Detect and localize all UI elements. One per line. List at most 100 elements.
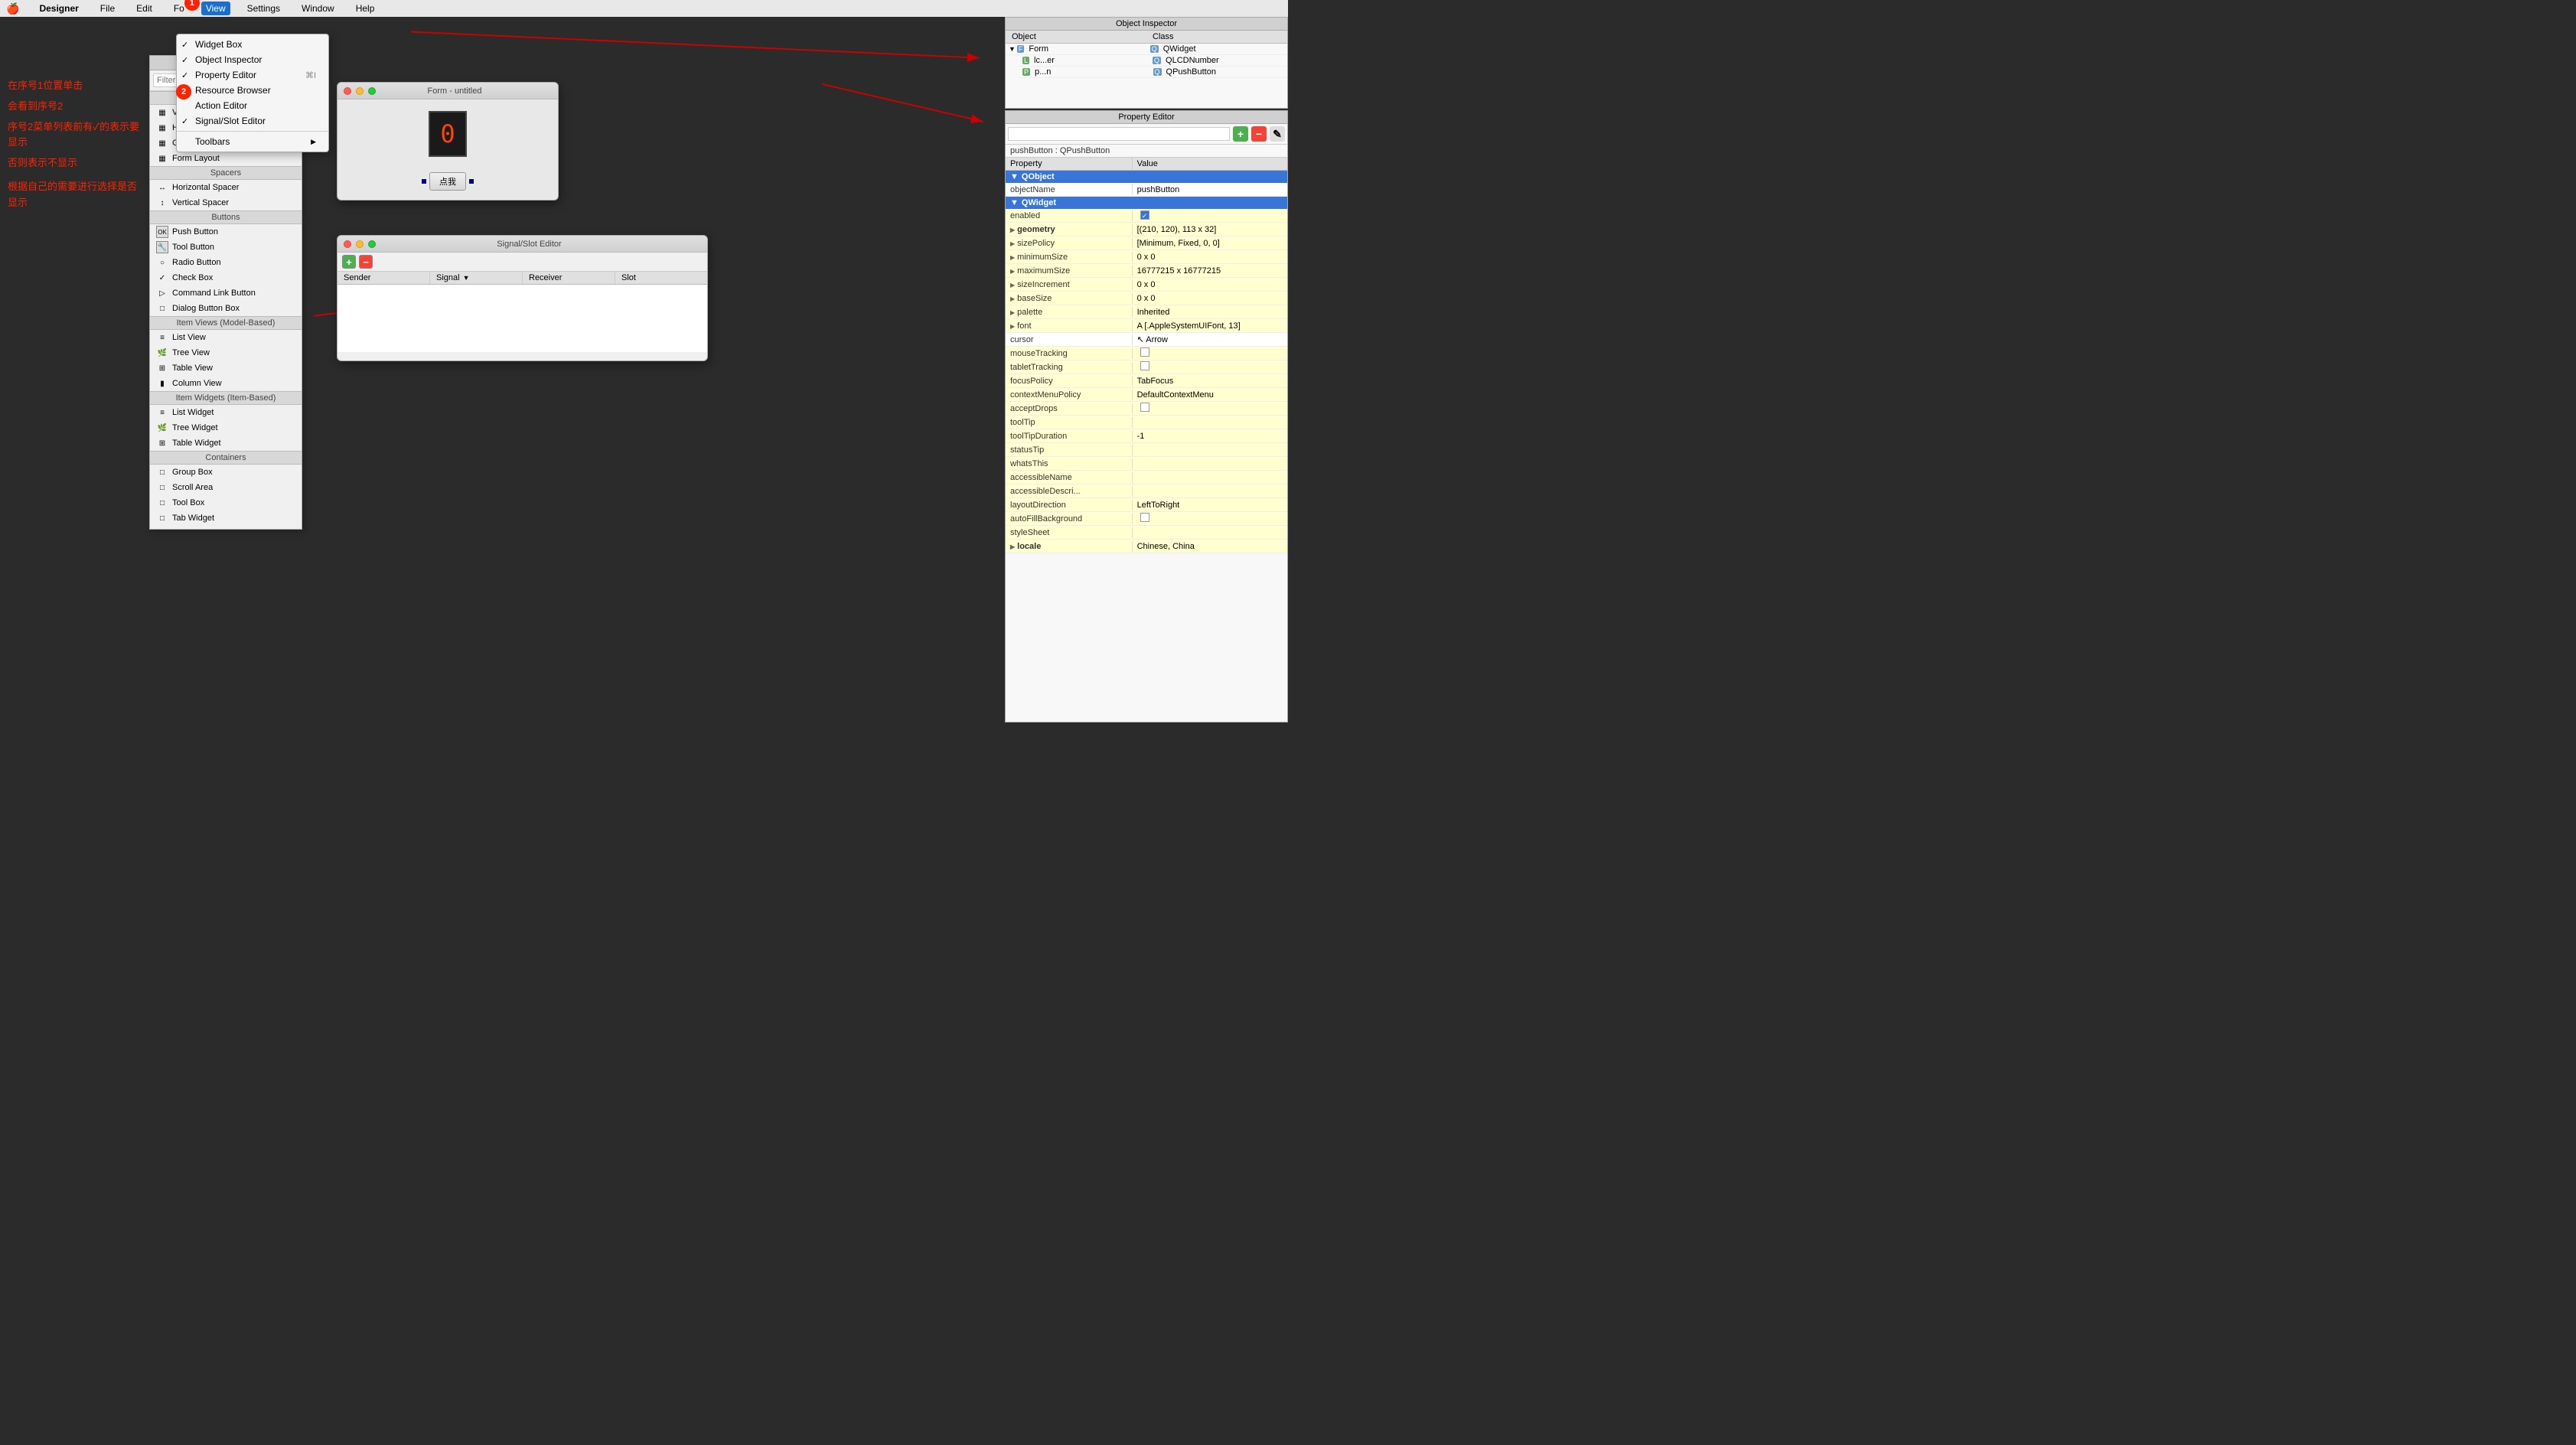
prop-row-cursor[interactable]: cursor ↖ Arrow — [1006, 333, 1287, 347]
horizontal-layout-icon: ▦ — [156, 122, 168, 134]
widget-item-scroll-area[interactable]: □ Scroll Area — [150, 480, 302, 495]
prop-row-basesize[interactable]: ▶baseSize 0 x 0 — [1006, 292, 1287, 305]
prop-settings-button[interactable]: ✎ — [1270, 126, 1285, 142]
prop-row-locale[interactable]: ▶locale Chinese, China — [1006, 540, 1287, 553]
prop-row-palette[interactable]: ▶palette Inherited — [1006, 305, 1287, 319]
widget-item-table-view[interactable]: ⊞ Table View — [150, 360, 302, 376]
annotation-text-2: 会看到序号2 — [8, 99, 145, 115]
widget-item-check-box[interactable]: ✓ Check Box — [150, 270, 302, 285]
mousetracking-checkbox[interactable] — [1140, 347, 1149, 357]
inspector-row-pushbutton[interactable]: P p...n Q QPushButton — [1018, 67, 1287, 78]
ss-remove-button[interactable]: − — [359, 255, 373, 269]
prop-row-stylesheet[interactable]: styleSheet — [1006, 526, 1287, 540]
menu-item-resource-browser[interactable]: Resource Browser — [177, 83, 328, 98]
enabled-checkbox[interactable] — [1140, 210, 1149, 220]
tablettracking-checkbox[interactable] — [1140, 361, 1149, 370]
prop-add-button[interactable]: + — [1233, 126, 1248, 142]
prop-row-acceptdrops[interactable]: acceptDrops — [1006, 402, 1287, 416]
widget-item-tree-widget[interactable]: 🌿 Tree Widget — [150, 420, 302, 435]
prop-row-focuspolicy[interactable]: focusPolicy TabFocus — [1006, 374, 1287, 388]
autofillbackground-checkbox[interactable] — [1140, 513, 1149, 522]
widget-item-vertical-spacer[interactable]: ↕ Vertical Spacer — [150, 195, 302, 210]
menubar-help[interactable]: Help — [351, 2, 380, 15]
prop-row-contextmenupolicy[interactable]: contextMenuPolicy DefaultContextMenu — [1006, 388, 1287, 402]
widget-item-column-view[interactable]: ▮ Column View — [150, 376, 302, 391]
widget-item-table-widget[interactable]: ⊞ Table Widget — [150, 435, 302, 451]
menu-item-toolbars[interactable]: Toolbars — [177, 134, 328, 149]
menubar-view[interactable]: View — [201, 2, 230, 15]
widget-item-command-link-button[interactable]: ▷ Command Link Button — [150, 285, 302, 301]
menubar-fo[interactable]: Fo 1 — [169, 2, 189, 15]
section-buttons: Buttons — [150, 210, 302, 224]
prop-row-enabled[interactable]: enabled — [1006, 209, 1287, 223]
prop-row-sizepolicy[interactable]: ▶sizePolicy [Minimum, Fixed, 0, 0] — [1006, 236, 1287, 250]
widget-item-stacked-widget[interactable]: □ Stacked Widget — [150, 526, 302, 529]
prop-row-sizeincrement[interactable]: ▶sizeIncrement 0 x 0 — [1006, 278, 1287, 292]
menu-item-action-editor[interactable]: Action Editor — [177, 98, 328, 113]
prop-filter-input[interactable] — [1008, 127, 1230, 141]
prop-name-geometry: ▶geometry — [1006, 224, 1133, 235]
widget-item-horizontal-spacer[interactable]: ↔ Horizontal Spacer — [150, 180, 302, 195]
inspector-row-form[interactable]: ▼ F Form Q QWidget — [1006, 44, 1287, 55]
menu-item-object-inspector[interactable]: ✓ Object Inspector — [177, 52, 328, 67]
widget-item-label: Table Widget — [172, 439, 221, 448]
ss-tl-red[interactable] — [344, 240, 351, 248]
prop-row-accessiblename[interactable]: accessibleName — [1006, 471, 1287, 484]
prop-row-minimumsize[interactable]: ▶minimumSize 0 x 0 — [1006, 250, 1287, 264]
ss-add-button[interactable]: + — [342, 255, 356, 269]
widget-item-radio-button[interactable]: ○ Radio Button — [150, 255, 302, 270]
prop-row-tooltip[interactable]: toolTip — [1006, 416, 1287, 429]
widget-item-form-layout[interactable]: ▦ Form Layout — [150, 151, 302, 166]
prop-row-tooltipduration[interactable]: toolTipDuration -1 — [1006, 429, 1287, 443]
menubar-settings[interactable]: Settings — [243, 2, 285, 15]
prop-row-objectname[interactable]: objectName pushButton — [1006, 183, 1287, 197]
menubar-window[interactable]: Window — [297, 2, 339, 15]
push-button-icon: OK — [156, 226, 168, 238]
prop-val-sizeincrement: 0 x 0 — [1133, 279, 1287, 290]
menubar-edit[interactable]: Edit — [132, 2, 157, 15]
widget-item-tool-box[interactable]: □ Tool Box — [150, 495, 302, 510]
push-button[interactable]: 点我 — [429, 172, 466, 191]
menubar-file[interactable]: File — [96, 2, 119, 15]
prop-table-header: Property Value — [1006, 158, 1287, 171]
widget-item-push-button[interactable]: OK Push Button — [150, 224, 302, 240]
acceptdrops-checkbox[interactable] — [1140, 403, 1149, 412]
prop-row-geometry[interactable]: ▶geometry [(210, 120), 113 x 32] — [1006, 223, 1287, 236]
menu-item-signal-slot-editor[interactable]: ✓ Signal/Slot Editor — [177, 113, 328, 129]
apple-menu-icon[interactable]: 🍎 — [6, 2, 19, 15]
check-property-editor: ✓ — [181, 70, 188, 80]
widget-item-dialog-button-box[interactable]: □ Dialog Button Box — [150, 301, 302, 316]
prop-name-contextmenupolicy: contextMenuPolicy — [1006, 390, 1133, 400]
widget-item-list-widget[interactable]: ≡ List Widget — [150, 405, 302, 420]
prop-name-locale: ▶locale — [1006, 541, 1133, 552]
widget-item-tab-widget[interactable]: □ Tab Widget — [150, 510, 302, 526]
prop-val-enabled — [1133, 210, 1287, 221]
widget-item-list-view[interactable]: ≡ List View — [150, 330, 302, 345]
prop-row-accessibledescri[interactable]: accessibleDescri... — [1006, 484, 1287, 498]
prop-row-tablettracking[interactable]: tabletTracking — [1006, 360, 1287, 374]
menubar-app-name[interactable]: Designer — [34, 2, 83, 15]
prop-row-layoutdirection[interactable]: layoutDirection LeftToRight — [1006, 498, 1287, 512]
widget-item-tool-button[interactable]: 🔧 Tool Button — [150, 240, 302, 255]
menu-item-widget-box[interactable]: ✓ Widget Box — [177, 37, 328, 52]
widget-item-label: Tree Widget — [172, 423, 218, 432]
column-view-icon: ▮ — [156, 377, 168, 390]
qpushbutton-icon: Q — [1153, 68, 1162, 76]
prop-name-tablettracking: tabletTracking — [1006, 362, 1133, 373]
inspector-row-lcdnumber[interactable]: L lc...er Q QLCDNumber — [1018, 55, 1287, 67]
check-box-icon: ✓ — [156, 272, 168, 284]
prop-name-statustip: statusTip — [1006, 445, 1133, 455]
tool-box-icon: □ — [156, 497, 168, 509]
prop-row-font[interactable]: ▶font A [.AppleSystemUIFont, 13] — [1006, 319, 1287, 333]
prop-remove-button[interactable]: − — [1251, 126, 1267, 142]
widget-item-group-box[interactable]: □ Group Box — [150, 465, 302, 480]
menu-item-property-editor[interactable]: ✓ Property Editor ⌘I — [177, 67, 328, 83]
prop-row-maximumsize[interactable]: ▶maximumSize 16777215 x 16777215 — [1006, 264, 1287, 278]
widget-item-label: Table View — [172, 364, 213, 373]
prop-row-mousetracking[interactable]: mouseTracking — [1006, 347, 1287, 360]
widget-item-tree-view[interactable]: 🌿 Tree View — [150, 345, 302, 360]
traffic-light-close[interactable] — [344, 87, 351, 95]
prop-row-statustip[interactable]: statusTip — [1006, 443, 1287, 457]
prop-row-autofillbackground[interactable]: autoFillBackground — [1006, 512, 1287, 526]
prop-row-whatsthis[interactable]: whatsThis — [1006, 457, 1287, 471]
